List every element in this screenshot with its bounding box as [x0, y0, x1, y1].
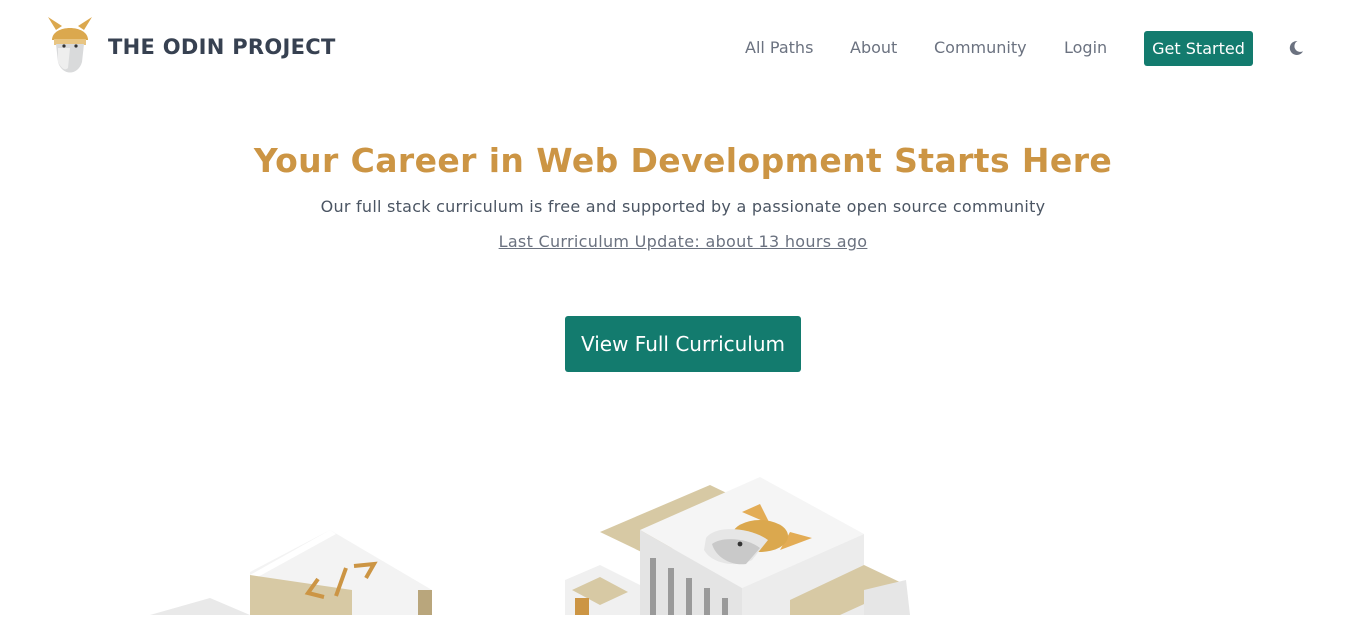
nav-all-paths[interactable]: All Paths [745, 38, 813, 58]
hero-title: Your Career in Web Development Starts He… [253, 141, 1113, 180]
moon-icon [1289, 40, 1303, 55]
odin-logo[interactable] [46, 14, 94, 76]
nav-community[interactable]: Community [934, 38, 1027, 58]
odin-helmet-icon [48, 17, 92, 73]
nav-login[interactable]: Login [1064, 38, 1107, 58]
curriculum-update-link[interactable]: Last Curriculum Update: about 13 hours a… [499, 232, 868, 251]
view-full-curriculum-button[interactable]: View Full Curriculum [565, 316, 801, 372]
curriculum-update-row: Last Curriculum Update: about 13 hours a… [0, 232, 1366, 251]
theme-toggle-button[interactable] [1286, 38, 1306, 58]
isometric-buildings-illustration [150, 477, 910, 615]
hero-subtitle: Our full stack curriculum is free and su… [320, 197, 1046, 216]
nav-about[interactable]: About [850, 38, 897, 58]
hero-illustration [0, 440, 1366, 615]
brand-name[interactable]: THE ODIN PROJECT [108, 35, 336, 59]
get-started-button[interactable]: Get Started [1144, 31, 1253, 66]
site-header: THE ODIN PROJECT All Paths About Communi… [0, 0, 1366, 97]
